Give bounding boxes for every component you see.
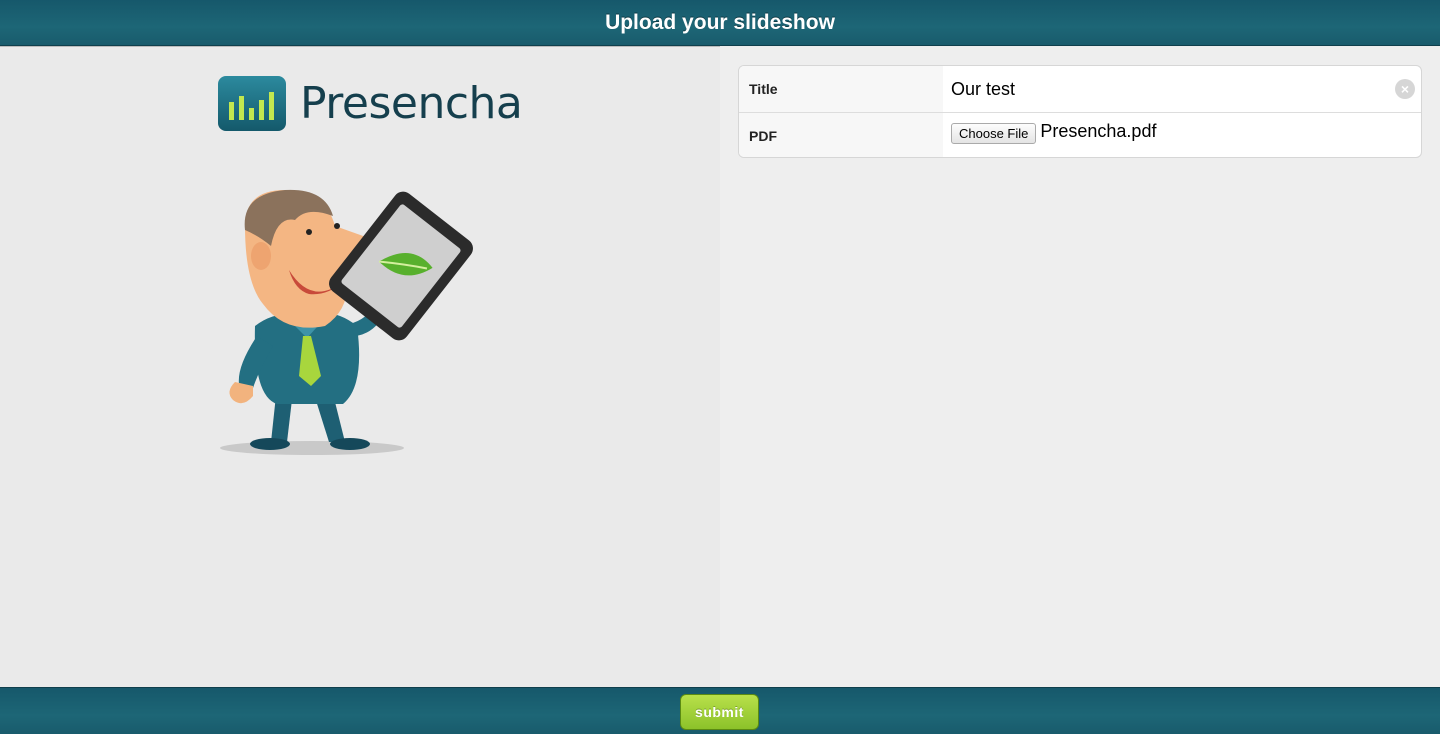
brand-name: Presencha (300, 78, 523, 129)
pdf-value-cell: Choose File Presencha.pdf (943, 113, 1421, 157)
title-input[interactable] (951, 78, 1391, 100)
clear-icon[interactable]: × (1395, 79, 1415, 99)
bottom-toolbar: submit (0, 687, 1440, 734)
selected-file-name: Presencha.pdf (1040, 121, 1157, 141)
top-toolbar: Upload your slideshow (0, 0, 1440, 46)
title-value-cell: × (943, 66, 1421, 112)
title-label: Title (739, 66, 943, 112)
pdf-row: PDF Choose File Presencha.pdf (739, 112, 1421, 157)
pdf-label: PDF (739, 113, 943, 157)
mascot-illustration (215, 186, 515, 463)
submit-button[interactable]: submit (680, 694, 759, 730)
title-row: Title × (739, 66, 1421, 112)
bar-chart-logo-icon (218, 76, 286, 131)
upload-form: Title × PDF Choose File Presencha.pdf (738, 65, 1422, 158)
page-title: Upload your slideshow (605, 10, 835, 34)
choose-file-button[interactable]: Choose File (951, 123, 1037, 144)
brand-logo: Presencha (218, 76, 523, 131)
